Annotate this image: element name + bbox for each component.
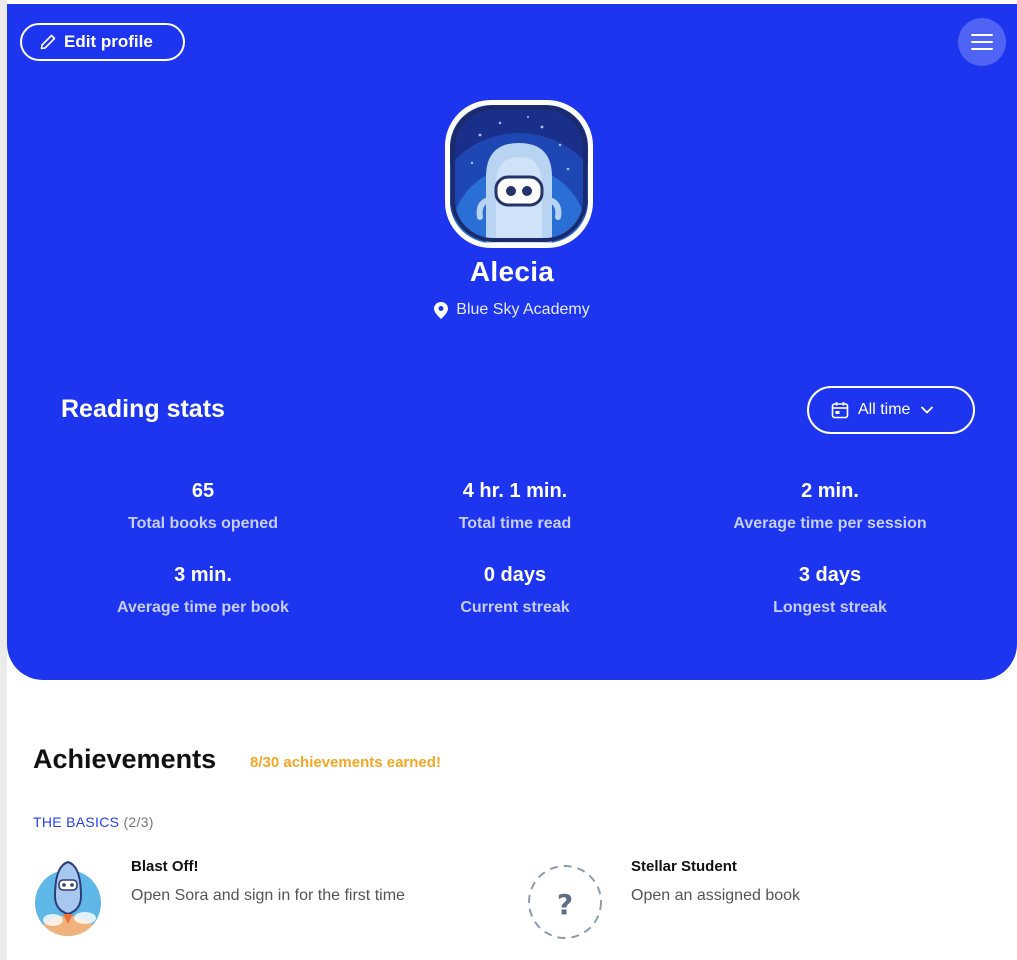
stat-longest-streak: 3 days Longest streak <box>680 564 980 617</box>
stat-value: 2 min. <box>801 480 859 502</box>
achievement-name: Stellar Student <box>631 858 737 875</box>
achievement-category[interactable]: THE BASICS (2/3) <box>33 814 154 830</box>
left-edge <box>0 0 7 960</box>
stat-label: Total books opened <box>128 515 278 532</box>
achievement-stellar-student[interactable]: ? Stellar Student Open an assigned book <box>525 858 985 952</box>
achievement-description: Open an assigned book <box>631 887 801 904</box>
time-range-dropdown[interactable]: All time <box>807 386 975 434</box>
edit-profile-label: Edit profile <box>64 32 153 51</box>
profile-header: Edit profile Alecia Blue Sky Academy Rea… <box>7 4 1017 680</box>
stat-label: Current streak <box>460 599 570 616</box>
stat-value: 3 days <box>798 564 862 586</box>
achievement-description: Open Sora and sign in for the first time <box>131 887 405 904</box>
time-range-label: All time <box>858 401 911 418</box>
calendar-icon <box>831 402 849 419</box>
menu-button[interactable] <box>958 18 1006 66</box>
stat-label: Average time per session <box>733 515 927 532</box>
achievements-earned-count: 8/30 achievements earned! <box>250 754 441 771</box>
stat-label: Longest streak <box>773 599 887 616</box>
robot-avatar-icon <box>450 105 588 243</box>
stat-value: 0 days <box>483 564 547 586</box>
pencil-icon <box>40 34 56 50</box>
stat-current-streak: 0 days Current streak <box>365 564 665 617</box>
stat-avg-book: 3 min. Average time per book <box>53 564 353 617</box>
svg-text:?: ? <box>557 888 573 921</box>
stat-label: Average time per book <box>117 599 289 616</box>
hamburger-menu-icon <box>971 34 993 50</box>
rocket-robot-badge-icon <box>35 860 101 936</box>
stat-value: 65 <box>191 480 215 502</box>
edit-profile-button[interactable]: Edit profile <box>20 23 185 61</box>
question-mark-icon: ? <box>528 865 602 939</box>
stat-avg-session: 2 min. Average time per session <box>680 480 980 533</box>
chevron-down-icon <box>921 406 934 414</box>
user-name: Alecia <box>469 256 555 287</box>
stat-label: Total time read <box>458 515 572 532</box>
reading-stats-title: Reading stats <box>61 395 225 423</box>
achievement-blast-off[interactable]: Blast Off! Open Sora and sign in for the… <box>33 858 493 948</box>
map-pin-icon <box>434 301 449 319</box>
school-location: Blue Sky Academy <box>7 301 1017 319</box>
school-name: Blue Sky Academy <box>456 301 590 318</box>
avatar <box>445 100 593 248</box>
achievement-name: Blast Off! <box>131 858 199 875</box>
stat-value: 4 hr. 1 min. <box>462 480 568 502</box>
category-count: (2/3) <box>123 814 154 830</box>
stat-total-time: 4 hr. 1 min. Total time read <box>365 480 665 533</box>
stat-value: 3 min. <box>174 564 232 586</box>
category-title: THE BASICS <box>33 814 120 830</box>
stat-total-books: 65 Total books opened <box>53 480 353 533</box>
achievements-title: Achievements <box>33 744 217 774</box>
